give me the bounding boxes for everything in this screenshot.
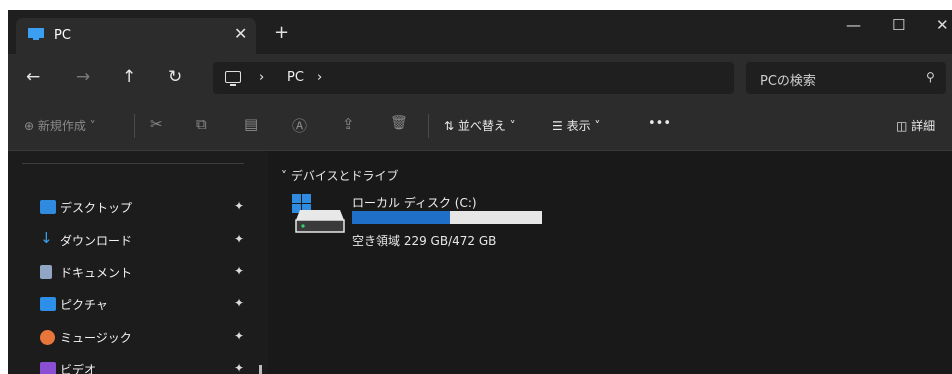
copy-icon[interactable]: ⧉ [196,115,207,133]
sidebar-item-music[interactable]: ミュージック ✦ [8,323,258,351]
monitor-icon [28,28,44,40]
search-icon: ⚲ [926,70,935,84]
delete-icon[interactable]: 🗑 [390,115,408,131]
navigation-bar: ← → ↑ ↻ › PC › PCの検索 ⚲ [8,54,952,102]
refresh-button[interactable]: ↻ [168,67,182,87]
more-options-icon[interactable]: ••• [648,116,671,131]
search-placeholder: PCの検索 [760,74,816,89]
up-button[interactable]: ↑ [122,67,136,87]
file-explorer-window: PC ✕ + — ☐ ✕ ← → ↑ ↻ › PC › PCの検索 ⚲ ⊕ 新規… [8,10,952,374]
maximize-button[interactable]: ☐ [892,16,905,34]
pin-icon[interactable]: ✦ [234,329,244,343]
music-icon [40,330,55,345]
sidebar-item-label: ビデオ [60,363,97,374]
new-tab-button[interactable]: + [274,22,289,43]
divider [134,114,135,138]
forward-button[interactable]: → [76,67,90,87]
divider [428,114,429,138]
drive-name: ローカル ディスク (C:) [352,196,477,210]
sidebar-item-documents[interactable]: ドキュメント ✦ [8,258,258,286]
scrollbar-thumb[interactable] [259,365,262,374]
sidebar-item-label: ピクチャ [60,298,108,312]
pin-icon[interactable]: ✦ [234,232,244,246]
sort-button[interactable]: ⇅ 並べ替え ˅ [444,117,516,134]
document-icon [40,265,52,279]
pin-icon[interactable]: ✦ [234,296,244,310]
sidebar-item-downloads[interactable]: ↓ ダウンロード ✦ [8,226,258,254]
tab-pc[interactable]: PC ✕ [16,18,256,54]
drive-usage-bar [352,211,542,224]
command-bar: ⊕ 新規作成 ˅ ✂ ⧉ ▤ Ⓐ ⇪ 🗑 ⇅ 並べ替え ˅ ☰ 表示 ˅ •••… [8,102,952,151]
download-icon: ↓ [40,229,53,247]
paste-icon[interactable]: ▤ [244,115,258,133]
pictures-icon [40,297,56,311]
new-button[interactable]: ⊕ 新規作成 ˅ [24,117,96,134]
drive-icon [292,194,345,233]
navigation-pane: デスクトップ ✦ ↓ ダウンロード ✦ ドキュメント ✦ ピクチャ ✦ ミュージ… [8,151,268,374]
sidebar-item-label: デスクトップ [60,201,133,215]
share-icon[interactable]: ⇪ [342,115,355,133]
sidebar-item-label: ダウンロード [60,234,133,248]
minimize-button[interactable]: — [846,16,861,34]
sidebar-item-desktop[interactable]: デスクトップ ✦ [8,193,258,221]
drive-free-space: 空き領域 229 GB/472 GB [352,234,497,248]
tab-title: PC [54,28,71,43]
pin-icon[interactable]: ✦ [234,199,244,213]
pin-icon[interactable]: ✦ [234,361,244,374]
divider [22,163,244,164]
sidebar-item-videos[interactable]: ビデオ ✦ [8,355,258,374]
details-pane-button[interactable]: ◫ 詳細 [896,117,935,134]
sidebar-item-label: ミュージック [60,331,132,345]
address-bar[interactable]: › PC › [213,62,734,94]
cut-icon[interactable]: ✂ [150,115,163,133]
breadcrumb-pc[interactable]: PC [287,70,304,85]
search-box[interactable]: PCの検索 ⚲ [746,62,946,94]
close-tab-icon[interactable]: ✕ [234,24,247,43]
group-header-devices-drives[interactable]: ˅ デバイスとドライブ [281,167,398,184]
sidebar-item-pictures[interactable]: ピクチャ ✦ [8,290,258,318]
view-button[interactable]: ☰ 表示 ˅ [552,117,600,134]
desktop-icon [40,200,56,214]
video-icon [40,362,56,374]
breadcrumb-chevron[interactable]: › [259,70,264,85]
rename-icon[interactable]: Ⓐ [292,115,307,136]
pc-icon [225,71,241,86]
drive-usage-fill [352,211,450,224]
drive-item-c[interactable]: ローカル ディスク (C:) 空き領域 229 GB/472 GB [290,194,550,254]
sidebar-item-label: ドキュメント [60,266,133,280]
close-window-button[interactable]: ✕ [936,16,949,34]
back-button[interactable]: ← [26,67,40,87]
pin-icon[interactable]: ✦ [234,264,244,278]
title-bar: PC ✕ + — ☐ ✕ [8,10,952,54]
breadcrumb-chevron-trailing[interactable]: › [317,70,322,85]
